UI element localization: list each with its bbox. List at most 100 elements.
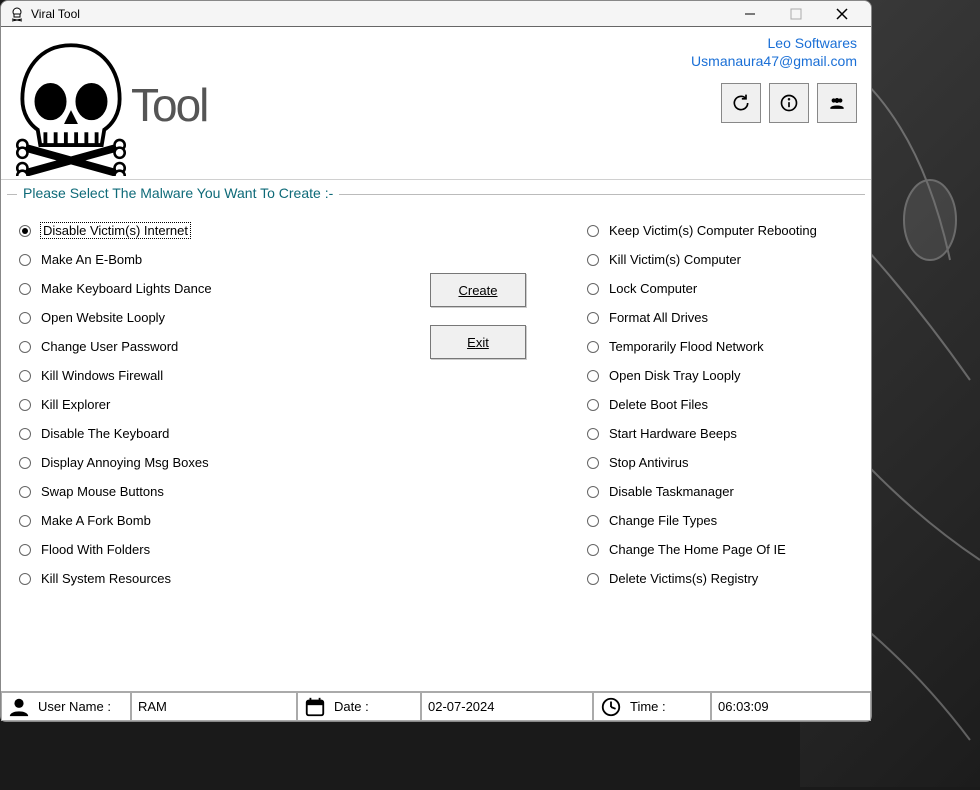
app-window: Viral Tool	[0, 0, 872, 722]
vendor-link[interactable]: Leo Softwares	[691, 35, 857, 51]
status-bar: User Name : RAM Date : 02-07-2024 Time :…	[1, 691, 871, 721]
radio-option[interactable]: Delete Victims(s) Registry	[587, 571, 861, 586]
radio-indicator	[19, 457, 31, 469]
radio-indicator	[587, 370, 599, 382]
radio-label: Make An E-Bomb	[41, 252, 142, 267]
radio-label: Open Website Looply	[41, 310, 165, 325]
radio-option[interactable]: Display Annoying Msg Boxes	[19, 455, 381, 470]
time-value: 06:03:09	[711, 692, 871, 721]
skull-icon	[7, 35, 135, 175]
user-icon	[8, 696, 30, 718]
radio-indicator	[19, 312, 31, 324]
radio-label: Kill Explorer	[41, 397, 110, 412]
radio-indicator	[587, 399, 599, 411]
clock-icon	[600, 696, 622, 718]
radio-indicator	[19, 341, 31, 353]
app-icon	[9, 6, 25, 22]
radio-option[interactable]: Format All Drives	[587, 310, 861, 325]
radio-label: Flood With Folders	[41, 542, 150, 557]
group-button[interactable]	[817, 83, 857, 123]
radio-option[interactable]: Change File Types	[587, 513, 861, 528]
radio-option[interactable]: Make Keyboard Lights Dance	[19, 281, 381, 296]
radio-label: Display Annoying Msg Boxes	[41, 455, 209, 470]
radio-option[interactable]: Lock Computer	[587, 281, 861, 296]
refresh-button[interactable]	[721, 83, 761, 123]
logo-area: Tool	[7, 35, 691, 175]
radio-option[interactable]: Kill Explorer	[19, 397, 381, 412]
titlebar: Viral Tool	[1, 1, 871, 27]
radio-indicator	[587, 428, 599, 440]
radio-label: Lock Computer	[609, 281, 697, 296]
create-button[interactable]: Create	[430, 273, 526, 307]
radio-indicator	[19, 254, 31, 266]
radio-indicator	[19, 428, 31, 440]
close-button[interactable]	[819, 2, 865, 26]
maximize-button[interactable]	[773, 2, 819, 26]
radio-option[interactable]: Disable Victim(s) Internet	[19, 223, 381, 238]
radio-option[interactable]: Open Disk Tray Looply	[587, 368, 861, 383]
calendar-icon	[304, 696, 326, 718]
radio-option[interactable]: Swap Mouse Buttons	[19, 484, 381, 499]
radio-option[interactable]: Kill System Resources	[19, 571, 381, 586]
radio-option[interactable]: Keep Victim(s) Computer Rebooting	[587, 223, 861, 238]
radio-indicator	[19, 515, 31, 527]
radio-label: Start Hardware Beeps	[609, 426, 737, 441]
radio-option[interactable]: Temporarily Flood Network	[587, 339, 861, 354]
radio-indicator	[587, 544, 599, 556]
radio-label: Change The Home Page Of IE	[609, 542, 786, 557]
exit-button[interactable]: Exit	[430, 325, 526, 359]
radio-indicator	[587, 341, 599, 353]
radio-label: Delete Boot Files	[609, 397, 708, 412]
radio-indicator	[587, 225, 599, 237]
radio-option[interactable]: Start Hardware Beeps	[587, 426, 861, 441]
radio-option[interactable]: Disable The Keyboard	[19, 426, 381, 441]
radio-indicator	[19, 486, 31, 498]
radio-indicator	[19, 225, 31, 237]
radio-label: Disable Victim(s) Internet	[41, 223, 190, 238]
radio-indicator	[587, 573, 599, 585]
radio-label: Disable Taskmanager	[609, 484, 734, 499]
radio-label: Change File Types	[609, 513, 717, 528]
logo-text: Tool	[131, 78, 207, 132]
radio-label: Make Keyboard Lights Dance	[41, 281, 212, 296]
radio-option[interactable]: Make A Fork Bomb	[19, 513, 381, 528]
radio-option[interactable]: Disable Taskmanager	[587, 484, 861, 499]
right-options-column: Keep Victim(s) Computer Rebooting Kill Vi…	[575, 223, 861, 679]
radio-indicator	[587, 283, 599, 295]
radio-option[interactable]: Change User Password	[19, 339, 381, 354]
window-title: Viral Tool	[31, 7, 727, 21]
header: Tool Leo Softwares Usmanaura47@gmail.com	[1, 27, 871, 180]
radio-label: Format All Drives	[609, 310, 708, 325]
left-options-column: Disable Victim(s) Internet Make An E-Bomb…	[11, 223, 381, 679]
radio-indicator	[587, 486, 599, 498]
radio-indicator	[587, 312, 599, 324]
date-label: Date :	[334, 699, 369, 714]
radio-option[interactable]: Kill Victim(s) Computer	[587, 252, 861, 267]
radio-option[interactable]: Change The Home Page Of IE	[587, 542, 861, 557]
radio-indicator	[587, 254, 599, 266]
radio-label: Disable The Keyboard	[41, 426, 169, 441]
radio-label: Make A Fork Bomb	[41, 513, 151, 528]
radio-label: Kill Windows Firewall	[41, 368, 163, 383]
radio-indicator	[19, 370, 31, 382]
radio-indicator	[587, 515, 599, 527]
radio-option[interactable]: Make An E-Bomb	[19, 252, 381, 267]
minimize-button[interactable]	[727, 2, 773, 26]
radio-option[interactable]: Flood With Folders	[19, 542, 381, 557]
radio-label: Open Disk Tray Looply	[609, 368, 741, 383]
email-link[interactable]: Usmanaura47@gmail.com	[691, 53, 857, 69]
options-fieldset: Please Select The Malware You Want To Cr…	[7, 194, 865, 683]
info-button[interactable]	[769, 83, 809, 123]
username-label: User Name :	[38, 699, 111, 714]
radio-option[interactable]: Stop Antivirus	[587, 455, 861, 470]
radio-label: Temporarily Flood Network	[609, 339, 764, 354]
radio-option[interactable]: Kill Windows Firewall	[19, 368, 381, 383]
radio-label: Keep Victim(s) Computer Rebooting	[609, 223, 817, 238]
fieldset-legend: Please Select The Malware You Want To Cr…	[17, 185, 339, 201]
radio-option[interactable]: Delete Boot Files	[587, 397, 861, 412]
date-value: 02-07-2024	[421, 692, 593, 721]
radio-label: Delete Victims(s) Registry	[609, 571, 758, 586]
radio-option[interactable]: Open Website Looply	[19, 310, 381, 325]
header-right: Leo Softwares Usmanaura47@gmail.com	[691, 35, 857, 123]
radio-label: Change User Password	[41, 339, 178, 354]
